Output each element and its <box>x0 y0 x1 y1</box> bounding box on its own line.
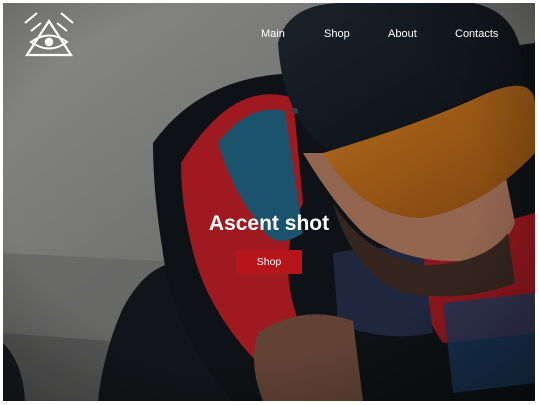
nav-link-shop[interactable]: Shop <box>324 27 350 41</box>
top-navigation: Main Shop About Contacts <box>3 3 535 63</box>
nav-link-about[interactable]: About <box>388 27 417 41</box>
nav-link-contacts[interactable]: Contacts <box>455 27 498 41</box>
shop-button[interactable]: Shop <box>236 250 302 274</box>
hero-title: Ascent shot <box>208 212 330 235</box>
nav-link-main[interactable]: Main <box>261 27 285 41</box>
hero-section: Main Shop About Contacts Ascent shot Sho… <box>3 3 535 401</box>
main-menu: Main Shop About Contacts <box>3 27 535 47</box>
